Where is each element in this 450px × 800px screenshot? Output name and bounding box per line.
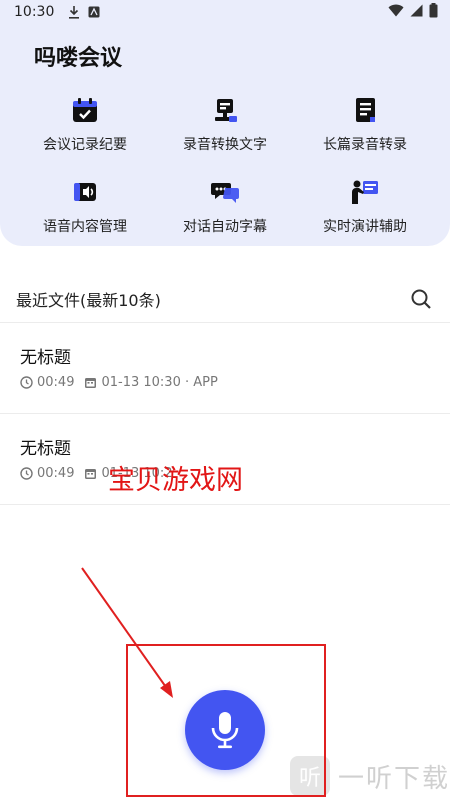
file-title: 无标题 [20, 348, 71, 368]
search-icon [411, 289, 431, 309]
feature-label: 长篇录音转录 [323, 137, 407, 153]
divider [0, 504, 450, 505]
app-notification-icon [88, 6, 100, 18]
calendar-icon [84, 376, 97, 389]
search-button[interactable] [408, 286, 434, 312]
recorder-icon [211, 96, 239, 124]
app-title: 吗喽会议 [34, 46, 123, 71]
calendar-check-icon [71, 96, 99, 124]
watermark-text: 宝贝游戏网 [108, 465, 243, 496]
chat-bubbles-icon [211, 178, 239, 206]
feature-meeting-minutes[interactable]: 会议记录纪要 [10, 96, 160, 154]
feature-long-transcription[interactable]: 长篇录音转录 [290, 96, 440, 154]
feature-label: 录音转换文字 [183, 137, 267, 153]
calendar-icon [84, 467, 97, 480]
feature-voice-management[interactable]: 语音内容管理 [10, 178, 160, 236]
feature-label: 语音内容管理 [43, 219, 127, 235]
download-icon [68, 5, 80, 19]
presenter-icon [351, 178, 379, 206]
file-meta: 00:49 01-13 10:30 · APP [20, 375, 218, 390]
file-duration: 00:49 [37, 466, 75, 481]
clock-icon [20, 376, 33, 389]
annotation-highlight-box [126, 644, 326, 797]
speaker-manage-icon [71, 178, 99, 206]
file-list-item[interactable]: 无标题 00:49 01-13 10:30 · APP [0, 323, 450, 411]
clock-icon [20, 467, 33, 480]
brand-text: 一听下载 [338, 763, 450, 794]
file-datetime: 01-13 10:30 · APP [101, 375, 218, 390]
signal-icon [410, 4, 423, 21]
feature-label: 会议记录纪要 [43, 137, 127, 153]
file-duration: 00:49 [37, 375, 75, 390]
feature-auto-subtitles[interactable]: 对话自动字幕 [150, 178, 300, 236]
feature-label: 实时演讲辅助 [323, 219, 407, 235]
status-bar: 10:30 [0, 0, 450, 24]
feature-speech-assist[interactable]: 实时演讲辅助 [290, 178, 440, 236]
feature-recording-to-text[interactable]: 录音转换文字 [150, 96, 300, 154]
wifi-icon [388, 4, 404, 21]
battery-icon [429, 2, 438, 22]
recent-files-title: 最近文件(最新10条) [16, 291, 161, 310]
recent-files-header: 最近文件(最新10条) [0, 278, 450, 320]
feature-label: 对话自动字幕 [183, 219, 267, 235]
document-icon [351, 96, 379, 124]
file-title: 无标题 [20, 439, 71, 459]
status-time: 10:30 [14, 4, 55, 20]
